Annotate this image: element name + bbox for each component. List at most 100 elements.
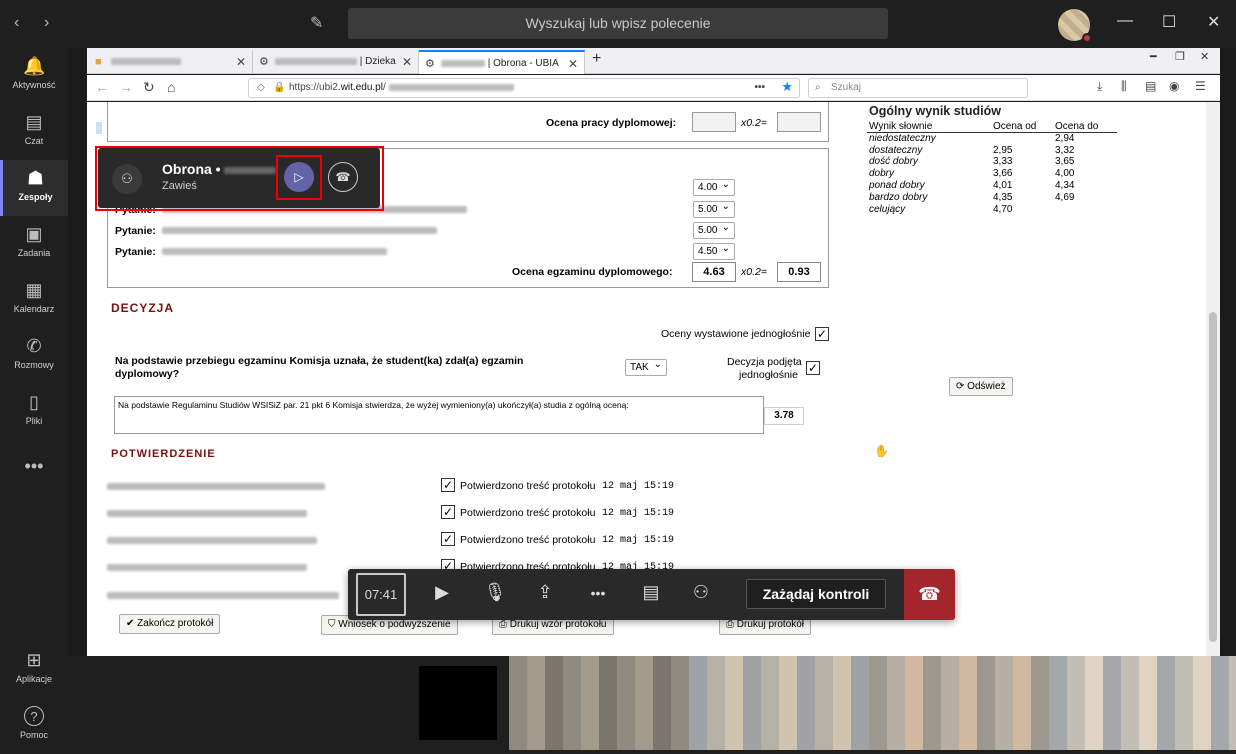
confirm-date: 12 maj 15:19 [602,535,675,546]
bookmark-star-icon[interactable]: ★ [781,78,793,96]
browser-minimize-icon[interactable]: ━ [1150,50,1157,63]
grade-to: 3,32 [1055,144,1075,156]
browser-close-icon[interactable]: ✕ [1200,50,1209,63]
sidebar-icon[interactable]: ▤ [1145,79,1156,93]
browser-search-input[interactable]: ⌕ Szukaj [808,78,1028,98]
grade-to: 3,65 [1055,156,1075,168]
menu-icon[interactable]: ☰ [1195,79,1206,93]
close-tab-icon[interactable]: ✕ [236,50,246,74]
browser-tab[interactable]: ⚙ | Dzieka ✕ [253,50,419,74]
grade-to: 4,34 [1055,179,1075,191]
shield-icon: ⛉ [328,619,339,630]
zakoncz-protokol-button[interactable]: ✔ Zakończ protokół [119,614,221,634]
ocena-pracy-label: Ocena pracy dyplomowej: [546,117,677,129]
question-grade-select[interactable]: 5.00 [693,199,735,218]
browser-tab-active[interactable]: ⚙ | Obrona - UBIA ✕ [419,50,585,74]
decyzja-podjeta-checkbox[interactable]: ✓ [806,361,820,375]
rail-label: Pomoc [19,730,48,740]
question-label: Pytanie: [115,225,156,237]
file-icon: ▯ [29,392,39,412]
rail-item-apps[interactable]: ⊞ Aplikacje [0,642,68,698]
more-actions-icon[interactable]: ••• [585,585,611,601]
forward-icon[interactable]: → [119,79,133,95]
download-icon[interactable]: ⤓ [1097,79,1102,94]
rail-item-teams[interactable]: ☗ Zespoły [0,160,68,216]
tree-marker [96,122,102,134]
grade-from: 4,01 [993,179,1013,191]
library-icon[interactable]: ⫼ [1121,79,1127,94]
participant-video-tile [869,656,1049,750]
grade-from: 3,33 [993,156,1013,168]
search-icon: ⌕ [815,82,821,93]
microphone-icon[interactable]: 🎙 [482,582,508,603]
blurred-member-name [107,483,325,490]
blurred-url-path [388,83,514,91]
hang-up-button[interactable]: ☎ [904,569,955,620]
confirm-checkbox[interactable]: ✓ [441,478,455,492]
avatar[interactable] [1058,9,1092,43]
blurred-member-name [107,564,307,571]
close-tab-icon[interactable]: ✕ [568,52,578,76]
phone-icon: ✆ [26,336,42,356]
url-bar[interactable]: ◇ 🔒 https://ubi2.wit.edu.pl/ ••• ★ [248,78,800,98]
factor-label: x0.2= [741,266,767,278]
back-icon[interactable]: ← [95,79,109,95]
rail-item-calendar[interactable]: ▦ Kalendarz [0,272,68,328]
close-icon[interactable]: ✕ [1207,12,1220,32]
new-tab-icon[interactable]: + [592,50,601,68]
teams-search-input[interactable]: Wyszukaj lub wpisz polecenie [348,8,888,39]
ocena-pracy-input[interactable] [692,112,736,132]
browser-tab[interactable]: ■ ✕ [89,50,253,74]
question-grade-select[interactable]: 4.00 [693,177,735,196]
confirm-checkbox[interactable]: ✓ [441,505,455,519]
favicon-icon: ■ [95,56,102,68]
camera-icon[interactable]: ▶ [429,582,455,603]
grading-row: celujący 4,70 [867,204,1117,216]
rail-item-files[interactable]: ▯ Pliki [0,384,68,440]
maximize-icon[interactable]: ☐ [1162,12,1176,32]
page-scrollbar[interactable] [1206,102,1220,656]
rail-item-calls[interactable]: ✆ Rozmowy [0,328,68,384]
request-control-button[interactable]: Zażądaj kontroli [746,579,886,609]
back-arrow-icon[interactable]: ‹ [14,14,19,32]
browser-maximize-icon[interactable]: ❐ [1175,50,1185,63]
tak-select[interactable]: TAK [625,357,667,376]
status-dot-icon [1082,33,1092,43]
page-actions-icon[interactable]: ••• [754,79,765,97]
rail-item-more[interactable]: ••• [0,448,68,504]
home-icon[interactable]: ⌂ [167,79,175,95]
reload-icon[interactable]: ↻ [143,79,155,96]
lock-icon: 🔒 [273,82,286,93]
forward-arrow-icon[interactable]: › [44,14,49,32]
chat-icon[interactable]: ▤ [638,582,664,603]
close-tab-icon[interactable]: ✕ [402,50,412,74]
rail-item-chat[interactable]: ▤ Czat [0,104,68,160]
rail-item-assignments[interactable]: ▣ Zadania [0,216,68,272]
confirm-date: 12 maj 15:19 [602,508,675,519]
decision-question: Na podstawie przebiegu egzaminu Komisja … [115,355,524,367]
rail-item-help[interactable]: ? Pomoc [0,698,68,754]
account-icon[interactable]: ◉ [1169,79,1179,93]
grade-word: dostateczny [869,144,923,156]
odswiez-button[interactable]: ⟳ Odśwież [949,377,1013,396]
question-grade-select[interactable]: 5.00 [693,220,735,239]
briefcase-icon: ▣ [25,224,43,244]
question-grade-select[interactable]: 4.50 [693,241,735,260]
participants-icon[interactable]: ⚇ [688,582,714,603]
blurred-member-name [107,510,307,517]
oceny-jednoglosnie-checkbox[interactable]: ✓ [815,327,829,341]
compose-icon[interactable]: ✎ [310,13,330,33]
scrollbar-thumb[interactable] [1209,312,1217,642]
decyzja-podjeta-label-cont: jednogłośnie [739,369,798,381]
confirm-checkbox[interactable]: ✓ [441,532,455,546]
grade-word: bardzo dobry [869,191,928,203]
rail-item-activity[interactable]: 🔔 Aktywność [0,48,68,104]
teams-title-bar: ‹ › ✎ Wyszukaj lub wpisz polecenie — ☐ ✕ [0,0,1236,48]
minimize-icon[interactable]: — [1117,12,1133,30]
print-icon: ⎙ [726,619,737,630]
share-screen-icon[interactable]: ⇪ [532,582,558,603]
call-timer: 07:41 [356,573,406,616]
highlight-outline-resume [276,155,322,200]
rail-label: Kalendarz [13,304,55,314]
regulamin-textarea[interactable]: Na podstawie Regulaminu Studiów WSISiZ p… [114,396,764,434]
